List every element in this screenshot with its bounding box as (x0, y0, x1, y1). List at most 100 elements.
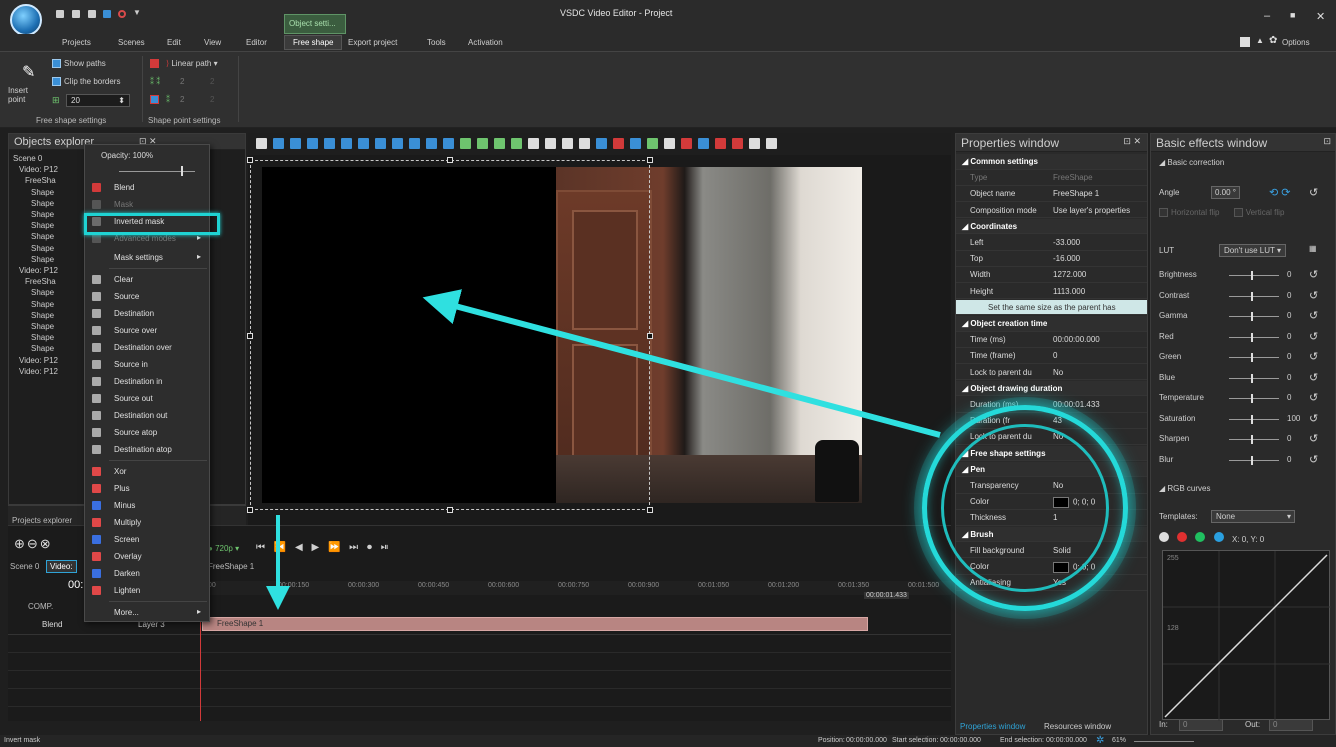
reset-icon[interactable]: ↺ (1309, 309, 1318, 322)
tree-item[interactable]: Shape (31, 333, 54, 342)
blend-dropdown[interactable]: Blend (42, 620, 62, 629)
menu-tools[interactable]: Tools (427, 38, 446, 47)
effect-slider[interactable] (1229, 353, 1279, 362)
property-value[interactable]: Use layer's properties (1053, 206, 1130, 215)
property-value[interactable]: FreeShape (1053, 173, 1093, 182)
channel-selector[interactable]: X: 0, Y: 0 (1159, 532, 1335, 544)
point-z-value[interactable]: 2 (210, 77, 214, 86)
effect-value[interactable]: 0 (1287, 311, 1291, 320)
property-value[interactable]: -16.000 (1053, 254, 1080, 263)
menu-scenes[interactable]: Scenes (118, 38, 145, 47)
slider-knob[interactable] (1251, 435, 1253, 444)
effect-slider[interactable] (1229, 271, 1279, 280)
angle-input[interactable]: 0.00 ° (1211, 186, 1240, 199)
toolbar-tool-icon[interactable] (443, 138, 454, 149)
rotate-icons[interactable]: ⟲ ⟳ (1269, 186, 1291, 199)
toolbar-tool-icon[interactable] (630, 138, 641, 149)
menu-item-source-atop[interactable]: Source atop (85, 424, 209, 441)
lut-dropdown[interactable]: Don't use LUT ▾ (1219, 244, 1286, 257)
toolbar-tool-icon[interactable] (358, 138, 369, 149)
save-icon[interactable] (88, 10, 96, 18)
maximize-button[interactable]: ■ (1290, 10, 1295, 20)
toolbar-tool-icon[interactable] (545, 138, 556, 149)
property-section[interactable]: ◢ Object creation time (956, 316, 1147, 332)
tree-item[interactable]: Shape (31, 322, 54, 331)
menu-item-destination-out[interactable]: Destination out (85, 407, 209, 424)
tree-item[interactable]: FreeSha (25, 277, 56, 286)
options-gear-icon[interactable]: ✿ (1269, 35, 1277, 46)
toolbar-tool-icon[interactable] (307, 138, 318, 149)
menu-item-overlay[interactable]: Overlay (85, 548, 209, 565)
slider-knob[interactable] (1251, 373, 1253, 383)
export-icon[interactable] (103, 10, 111, 18)
slider-knob[interactable] (1251, 271, 1253, 280)
reset-icon[interactable]: ↺ (1309, 453, 1318, 466)
reset-icon[interactable]: ↺ (1309, 391, 1318, 404)
menu-editor[interactable]: Editor (246, 38, 267, 47)
menu-item-more[interactable]: More... ▸ (85, 604, 209, 621)
tree-item[interactable]: Shape (31, 288, 54, 297)
insert-point-button[interactable]: Insert point (8, 86, 42, 104)
resolution-dropdown[interactable]: ● 720p ▾ (208, 544, 239, 553)
resources-window-tab[interactable]: Resources window (1044, 722, 1111, 731)
tree-item[interactable]: Video: P12 (19, 356, 58, 365)
menu-item-xor[interactable]: Xor (85, 463, 209, 480)
toolbar-tool-icon[interactable] (613, 138, 624, 149)
same-size-button[interactable]: Set the same size as the parent has (988, 303, 1116, 312)
property-section[interactable]: ◢ Coordinates (956, 218, 1147, 235)
property-value[interactable]: FreeShape 1 (1053, 189, 1099, 198)
toolbar-tool-icon[interactable] (749, 138, 760, 149)
effect-value[interactable]: 0 (1287, 393, 1291, 402)
toolbar-tool-icon[interactable] (392, 138, 403, 149)
property-row[interactable]: Object name FreeShape 1 (956, 186, 1147, 202)
menu-activation[interactable]: Activation (468, 38, 503, 47)
menu-item-clear[interactable]: Clear (85, 271, 209, 288)
app-logo-icon[interactable] (10, 4, 42, 36)
toolbar-tool-icon[interactable] (375, 138, 386, 149)
toolbar-tool-icon[interactable] (562, 138, 573, 149)
video-tab[interactable]: Video: (46, 560, 77, 573)
point-w-value[interactable]: 2 (210, 95, 214, 104)
horizontal-flip-checkbox[interactable]: Horizontal flip (1171, 208, 1219, 217)
property-row[interactable]: Width 1272.000 (956, 267, 1147, 283)
slider-knob[interactable] (1251, 291, 1253, 301)
toolbar-tool-icon[interactable] (426, 138, 437, 149)
toolbar-tool-icon[interactable] (664, 138, 675, 149)
tree-item[interactable]: Shape (31, 311, 54, 320)
toolbar-tool-icon[interactable] (681, 138, 692, 149)
point-type-icon[interactable] (150, 59, 159, 68)
toolbar-tool-icon[interactable] (528, 138, 539, 149)
tree-item[interactable]: Shape (31, 244, 54, 253)
clip-borders-checkbox[interactable]: Clip the borders (52, 77, 120, 87)
linear-path-dropdown[interactable]: ⟩ Linear path ▾ (166, 59, 218, 68)
toolbar-tool-icon[interactable] (324, 138, 335, 149)
layout-icon[interactable] (1240, 37, 1250, 47)
menu-item-screen[interactable]: Screen (85, 531, 209, 548)
effect-slider[interactable] (1229, 373, 1279, 383)
timeline-add-icons[interactable]: ⊕⊖⊗ (14, 536, 53, 552)
property-row[interactable]: Lock to parent du No (956, 365, 1147, 381)
effect-value[interactable]: 0 (1287, 332, 1291, 341)
tree-item[interactable]: FreeSha (25, 176, 56, 185)
toolbar-tool-icon[interactable] (766, 138, 777, 149)
toolbar-tool-icon[interactable] (715, 138, 726, 149)
toolbar-tool-icon[interactable] (698, 138, 709, 149)
menu-item-destination-atop[interactable]: Destination atop (85, 441, 209, 458)
reset-icon[interactable]: ↺ (1309, 350, 1318, 363)
menu-item-destination[interactable]: Destination (85, 305, 209, 322)
scene-tab[interactable]: Scene 0 (10, 562, 39, 571)
effect-slider[interactable] (1229, 291, 1279, 301)
effect-slider[interactable] (1229, 332, 1279, 342)
rgb-curves-section[interactable]: ◢ RGB curves (1159, 484, 1335, 493)
properties-window-tab[interactable]: Properties window (960, 722, 1025, 731)
menu-item-source-out[interactable]: Source out (85, 390, 209, 407)
tree-item[interactable]: Shape (31, 188, 54, 197)
effect-value[interactable]: 0 (1287, 352, 1291, 361)
slider-knob[interactable] (1251, 414, 1253, 424)
property-value[interactable]: 00:00:00.000 (1053, 335, 1100, 344)
effect-value[interactable]: 0 (1287, 434, 1291, 443)
menu-edit[interactable]: Edit (167, 38, 181, 47)
slider-knob[interactable] (1251, 455, 1253, 465)
reset-icon[interactable]: ↺ (1309, 371, 1318, 384)
point-y-value[interactable]: 2 (180, 95, 184, 104)
